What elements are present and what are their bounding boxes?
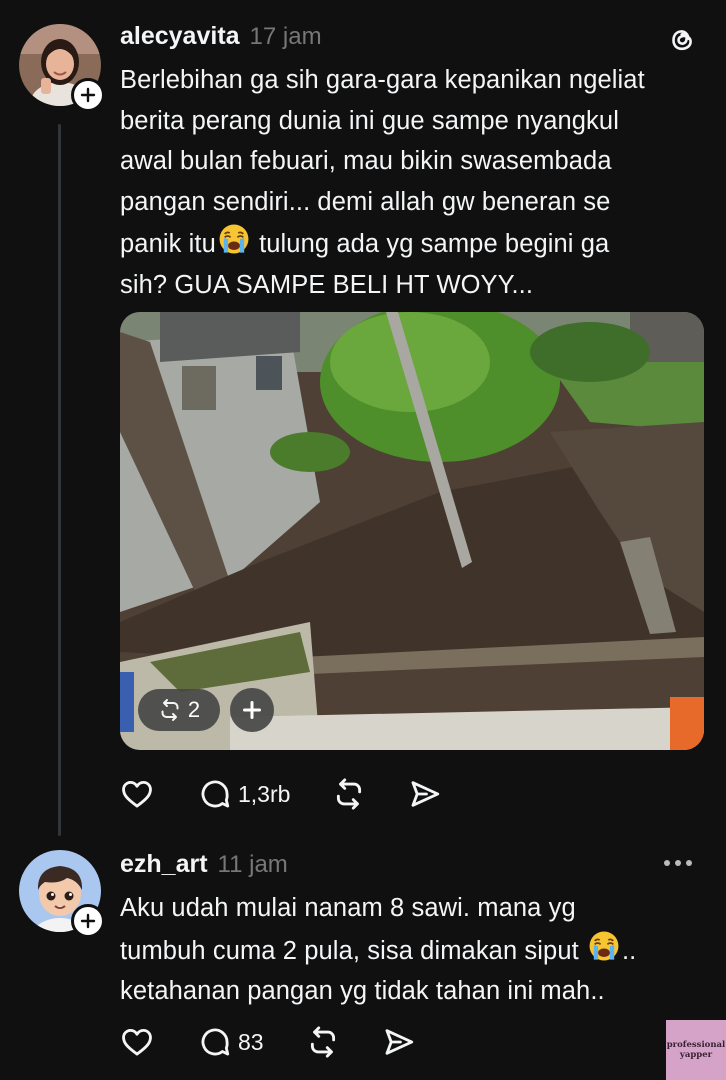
share-button[interactable] xyxy=(408,777,442,811)
text-fragment: tumbuh cuma 2 pula, sisa dimakan siput xyxy=(120,936,586,965)
follow-plus-icon[interactable] xyxy=(71,78,105,112)
repost-button[interactable] xyxy=(306,1025,340,1059)
text-fragment: panik itu xyxy=(120,230,216,258)
share-icon xyxy=(408,777,442,811)
watermark-line: professional xyxy=(666,1040,726,1050)
text-line: berita perang dunia ini gue sampe nyangk… xyxy=(120,106,619,135)
repost-icon xyxy=(158,698,182,722)
text-line: ketahanan pangan yg tidak tahan ini mah.… xyxy=(120,977,605,1005)
post-photo-garden[interactable] xyxy=(120,312,704,750)
reply-button[interactable]: 83 xyxy=(198,1025,264,1059)
post-header: ezh_art 11 jam xyxy=(120,850,288,879)
text-line: tumbuh cuma 2 pula, sisa dimakan siput .… xyxy=(120,929,710,972)
reposts-count: 2 xyxy=(187,697,201,722)
reply-button[interactable]: 1,3rb xyxy=(198,777,290,811)
text-fragment: .. xyxy=(621,936,637,965)
post-text: Aku udah mulai nanam 8 sawi. mana yg tum… xyxy=(120,888,710,1012)
reposts-chip[interactable]: 2 xyxy=(138,689,220,731)
comment-icon xyxy=(198,777,232,811)
avatar-ezh-art-wrap[interactable] xyxy=(19,850,105,938)
post-actions: 83 xyxy=(120,1022,416,1062)
repost-icon xyxy=(332,777,366,811)
text-line: sih? GUA SAMPE BELI HT WOYY... xyxy=(120,270,534,299)
thread-connector-line xyxy=(58,124,61,836)
watermark-badge: professional yapper xyxy=(666,1020,726,1080)
more-options-icon[interactable] xyxy=(664,852,698,874)
text-line: Aku udah mulai nanam 8 sawi. mana yg xyxy=(120,894,576,922)
share-icon xyxy=(382,1025,416,1059)
username[interactable]: ezh_art xyxy=(120,850,208,879)
share-button[interactable] xyxy=(382,1025,416,1059)
like-button[interactable] xyxy=(120,1025,154,1059)
watermark-line: yapper xyxy=(679,1050,713,1060)
text-line: panik itu tulung ada yg sampe begini ga xyxy=(120,222,710,265)
heart-icon xyxy=(120,1025,154,1059)
text-line: awal bulan febuari, mau bikin swasembada xyxy=(120,147,612,175)
repost-icon xyxy=(306,1025,340,1059)
comment-icon xyxy=(198,1025,232,1059)
repost-button[interactable] xyxy=(332,777,366,811)
crying-face-emoji xyxy=(216,222,252,256)
crying-face-emoji xyxy=(586,929,622,963)
post-time: 11 jam xyxy=(217,851,288,878)
reply-count: 83 xyxy=(238,1028,264,1055)
avatar-alecyavita-wrap[interactable] xyxy=(19,24,105,112)
add-plus-button[interactable] xyxy=(230,688,274,732)
reply-count: 1,3rb xyxy=(238,780,291,807)
threads-logo-icon[interactable] xyxy=(666,24,698,56)
post-header: alecyavita 17 jam xyxy=(120,22,322,51)
like-button[interactable] xyxy=(120,777,154,811)
post-actions: 1,3rb xyxy=(120,774,442,814)
text-line: pangan sendiri... demi allah gw beneran … xyxy=(120,187,611,216)
username[interactable]: alecyavita xyxy=(120,22,240,51)
post-time: 17 jam xyxy=(249,23,322,50)
text-line: Berlebihan ga sih gara-gara kepanikan ng… xyxy=(120,66,645,94)
follow-plus-icon[interactable] xyxy=(71,904,105,938)
post-text: Berlebihan ga sih gara-gara kepanikan ng… xyxy=(120,60,710,305)
text-fragment: tulung ada yg sampe begini ga xyxy=(251,230,610,258)
heart-icon xyxy=(120,777,154,811)
plus-icon xyxy=(243,701,261,719)
